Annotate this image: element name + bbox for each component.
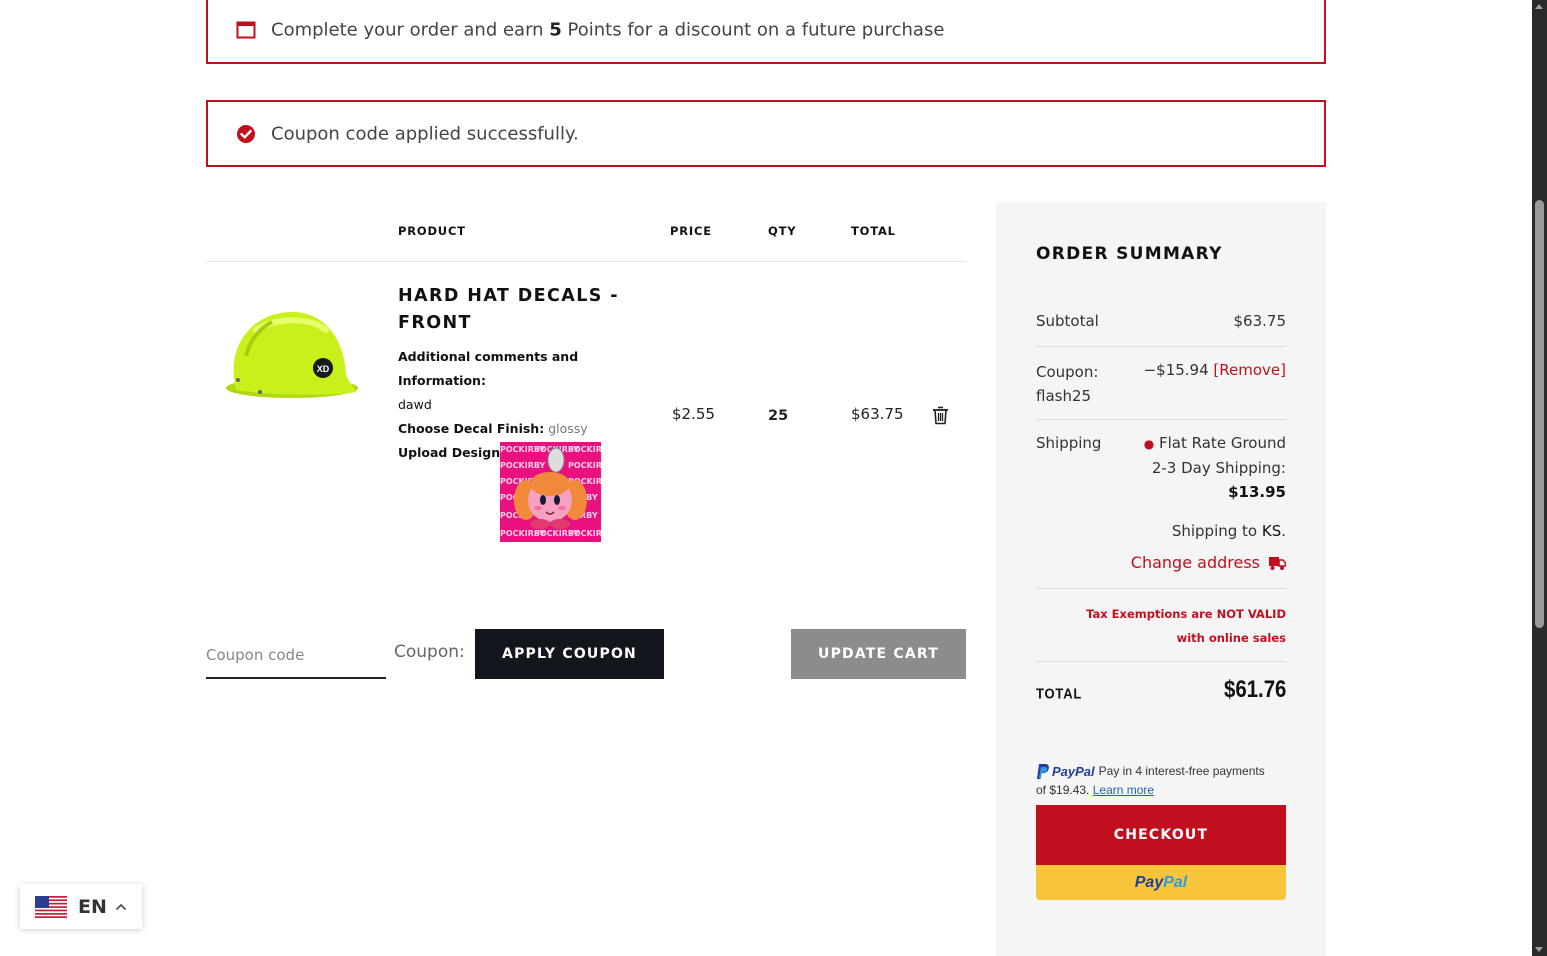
item-quantity[interactable]: 25: [768, 408, 788, 424]
remove-coupon-link[interactable]: [Remove]: [1213, 361, 1286, 379]
chevron-up-icon: [115, 903, 127, 910]
coupon-discount: −$15.94 [Remove]: [1144, 358, 1286, 382]
apply-coupon-button[interactable]: APPLY COUPON: [475, 629, 664, 679]
total-value: $61.76: [1223, 676, 1286, 703]
page-scrollbar[interactable]: [1532, 0, 1547, 956]
summary-divider: [1036, 346, 1286, 347]
table-divider: [206, 261, 966, 262]
points-amount: 5: [549, 19, 562, 41]
uploaded-design-thumbnail[interactable]: POCKIRBYPOCKIRBYPOCKIRBY POCKIRBYPOCKIRB…: [500, 442, 601, 542]
shipping-method-detail: 2-3 Day Shipping:: [1151, 459, 1286, 477]
us-flag-icon: [35, 895, 67, 918]
upload-design-label: Upload Design:: [398, 445, 506, 460]
coupon-code-input[interactable]: [206, 632, 386, 679]
trash-icon[interactable]: [932, 406, 949, 425]
shipping-method[interactable]: ● Flat Rate Ground 2-3 Day Shipping: $13…: [1144, 431, 1286, 504]
total-label: TOTAL: [1036, 684, 1083, 703]
scroll-down-arrow[interactable]: [1535, 947, 1543, 952]
svg-text:POCKIRBY: POCKIRBY: [568, 529, 601, 538]
coupon-success-text: Coupon code applied successfully.: [271, 123, 579, 144]
paypal-icon: [1037, 763, 1049, 779]
comments-label: Additional comments and Information:: [398, 349, 579, 388]
coupon-discount-value: −$15.94: [1143, 361, 1209, 379]
column-header-total: TOTAL: [851, 224, 896, 238]
summary-divider: [1036, 661, 1286, 662]
decal-finish-value: glossy: [548, 421, 588, 436]
comments-value: dawd: [398, 397, 432, 412]
item-total: $63.75: [851, 405, 904, 423]
paypal-checkout-button[interactable]: Pay Pal: [1036, 865, 1286, 900]
svg-text:POCKIRBY: POCKIRBY: [568, 461, 601, 470]
item-price: $2.55: [672, 405, 715, 423]
shipping-method-name: Flat Rate Ground: [1159, 434, 1286, 452]
checkout-button[interactable]: CHECKOUT: [1036, 805, 1286, 865]
change-address-link[interactable]: Change address: [1131, 551, 1286, 575]
coupon-success-notice: Coupon code applied successfully.: [206, 100, 1326, 167]
svg-text:POCKIRBY: POCKIRBY: [500, 461, 546, 470]
paypal-logo: PayPal: [1036, 763, 1095, 781]
summary-divider: [1036, 588, 1286, 589]
check-circle-icon: [237, 124, 255, 143]
shipping-option-bullet: ●: [1143, 437, 1155, 451]
update-cart-button[interactable]: UPDATE CART: [791, 629, 966, 679]
product-image[interactable]: XD: [216, 300, 361, 412]
coupon-label: Coupon:: [394, 642, 465, 662]
order-summary-title: ORDER SUMMARY: [1036, 244, 1223, 264]
summary-divider: [1036, 419, 1286, 420]
paypal-pay-later-message: PayPal Pay in 4 interest-free payments o…: [1036, 763, 1265, 797]
shipping-destination: Shipping to KS.: [1171, 522, 1286, 540]
calendar-icon: [236, 21, 256, 39]
column-header-product: PRODUCT: [398, 224, 466, 238]
coupon-code-applied: flash25: [1036, 387, 1092, 405]
points-notice: Complete your order and earn 5 Points fo…: [206, 0, 1326, 64]
column-header-qty: QTY: [768, 224, 797, 238]
tax-exemption-notice: Tax Exemptions are NOT VALID with online…: [1086, 607, 1286, 645]
svg-text:XD: XD: [317, 364, 330, 374]
coupon-summary-label: Coupon: flash25: [1036, 360, 1136, 408]
language-code: EN: [78, 895, 107, 918]
paypal-learn-more-link[interactable]: Learn more: [1093, 783, 1154, 797]
svg-text:POCKIRBY: POCKIRBY: [568, 445, 601, 454]
decal-finish: Choose Decal Finish: glossy: [398, 421, 588, 436]
scrollbar-thumb[interactable]: [1535, 200, 1544, 628]
language-switcher[interactable]: EN: [20, 884, 142, 929]
scroll-up-arrow[interactable]: [1535, 4, 1543, 9]
truck-icon: [1269, 556, 1286, 570]
product-name[interactable]: HARD HAT DECALS - FRONT: [398, 283, 658, 337]
subtotal-value: $63.75: [1233, 312, 1287, 330]
shipping-price: $13.95: [1228, 483, 1286, 501]
column-header-price: PRICE: [670, 224, 712, 238]
points-notice-text: Complete your order and earn 5 Points fo…: [271, 19, 945, 41]
